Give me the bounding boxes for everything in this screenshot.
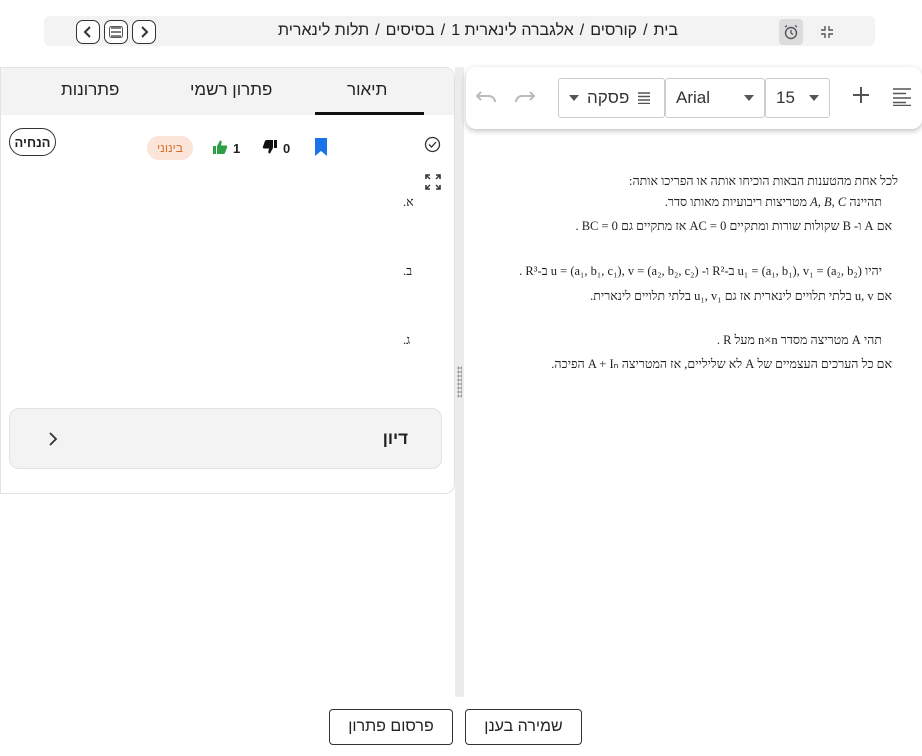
tab-solutions[interactable]: פתרונות [61,80,119,100]
plus-icon [853,87,869,103]
thumbs-up-icon [213,140,228,154]
item-a-label: א. [403,195,414,209]
redo-icon [515,91,536,103]
check-circle-icon [424,136,441,153]
status-check [424,136,441,153]
chevron-down-icon [809,95,819,101]
paragraph-icon [638,92,651,104]
save-cloud-button[interactable]: שמירה בענן [465,709,582,745]
chevron-down-icon [744,95,754,101]
editor-toolbar: פסקה Arial 15 [466,67,922,129]
font-select[interactable]: Arial [665,78,765,118]
bookmark-button[interactable] [314,137,328,162]
expand-button[interactable] [425,174,441,190]
bookmark-icon [315,138,327,156]
chevron-right-icon [141,26,149,38]
question-intro: לכל אחת מהטענות הבאות הוכיחו אותה או הפר… [628,174,898,188]
font-label: Arial [676,88,711,107]
difficulty-badge: בינוני [147,136,193,160]
breadcrumb-separator: / [440,22,446,39]
item-a-line2: אם A ו- B שקולות שורות ומתקיים AC = 0 אז… [575,219,892,233]
alarm-button[interactable] [779,19,803,45]
discussion-label: דיון [382,429,408,448]
breadcrumb-separator: / [579,22,585,39]
undo-button[interactable] [475,87,497,110]
tab-description[interactable]: תיאור [347,80,387,100]
item-b-line2: אם u, v בלתי תלויים לינארית אז גם u₁, v₁… [590,289,892,303]
breadcrumb: בית / קורסים / אלגברה לינארית 1 / בסיסים… [278,22,678,40]
menu-button[interactable] [104,20,128,44]
thumbs-down-icon [262,140,277,154]
align-icon [893,88,911,107]
paragraph-select[interactable]: פסקה [558,78,665,118]
fullscreen-button[interactable] [815,19,839,45]
dislike-button[interactable] [262,139,278,160]
font-size-label: 15 [776,88,795,107]
align-button[interactable] [892,88,912,112]
resize-grip[interactable] [457,366,462,398]
dislikes-count: 0 [283,141,291,156]
list-icon [109,26,123,38]
paragraph-label: פסקה [587,88,630,107]
item-c-label: ג. [403,333,411,347]
active-tab-indicator [315,112,424,115]
add-button[interactable] [852,86,870,110]
redo-button[interactable] [514,87,536,110]
breadcrumb-courses[interactable]: קורסים [590,22,637,40]
hint-button[interactable]: הנחיה [9,128,56,156]
breadcrumb-topic[interactable]: בסיסים [386,22,435,40]
likes-count: 1 [233,141,241,156]
breadcrumb-separator: / [643,22,648,39]
breadcrumb-separator: / [375,22,380,39]
expand-discussion[interactable] [48,431,58,452]
breadcrumb-home[interactable]: בית [654,22,678,40]
expand-icon [425,174,441,190]
font-size-select[interactable]: 15 [765,78,830,118]
chevron-down-icon [569,95,579,101]
nav-buttons [76,20,156,44]
item-b-label: ב. [403,264,413,278]
chevron-left-icon [83,26,91,38]
breadcrumb-current: תלות לינארית [278,22,370,39]
like-button[interactable] [212,139,228,160]
item-c-line1: תהי A מטריצה מסדר n×n מעל R . [716,333,882,347]
item-a-pre: תהיינה [849,195,882,209]
tab-official-solution[interactable]: פתרון רשמי [190,80,272,100]
item-c-line2: אם כל הערכים העצמיים של A לא שליליים, אז… [551,357,892,371]
collapse-icon [821,26,833,38]
publish-solution-button[interactable]: פרסום פתרון [329,709,453,745]
item-a-post: מטריצות ריבועיות מאותו סדר. [664,195,808,209]
chevron-right-icon [49,432,58,446]
forward-button[interactable] [132,20,156,44]
undo-icon [475,91,496,103]
back-button[interactable] [76,20,100,44]
breadcrumb-course[interactable]: אלגברה לינארית 1 [451,22,574,40]
item-a-math: A, B, C [810,195,847,209]
item-b-line1: יהיו u₁ = (a₁, b₁), v₁ = (a₂, b₂) ב-R² ו… [519,264,882,278]
alarm-clock-icon [784,24,798,40]
item-a-line1: תהיינה A, B, C מטריצות ריבועיות מאותו סד… [665,195,882,210]
discussion-section[interactable]: דיון [9,408,442,469]
tabs: תיאור פתרון רשמי פתרונות [1,68,454,115]
